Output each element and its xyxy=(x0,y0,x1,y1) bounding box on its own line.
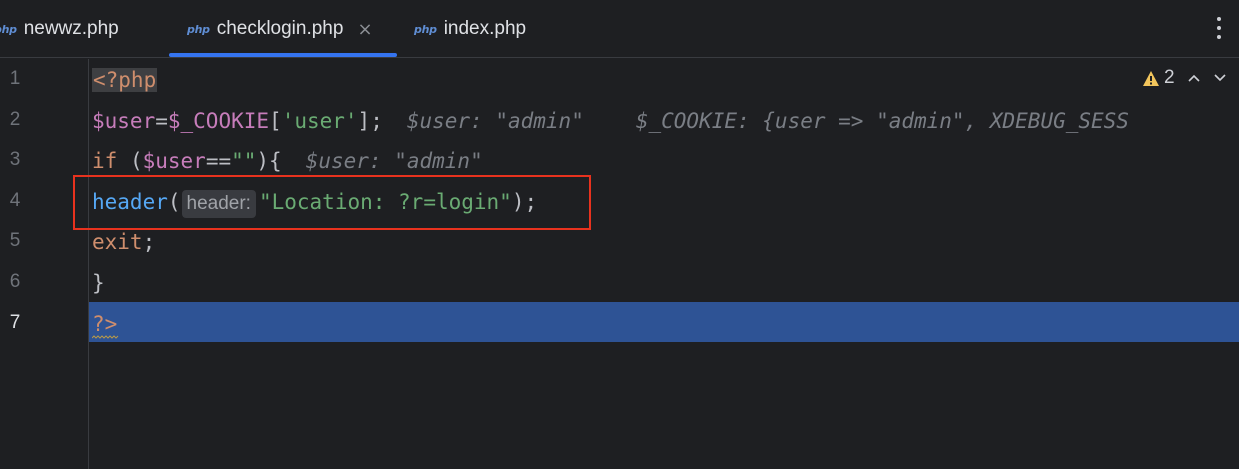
string-literal: "" xyxy=(231,149,257,173)
operator: == xyxy=(205,149,232,173)
chevron-down-icon[interactable] xyxy=(1213,73,1227,83)
line-number: 3 xyxy=(9,149,21,170)
code-line-5[interactable]: exit; xyxy=(92,228,155,256)
operator: = xyxy=(155,109,168,133)
punctuation: } xyxy=(92,271,105,295)
punctuation: ){ xyxy=(256,149,282,173)
code-line-2[interactable]: $user=$_COOKIE['user']; $user: "admin" $_C… xyxy=(92,107,1129,135)
gutter-separator xyxy=(88,59,89,469)
line-number: 6 xyxy=(9,271,21,292)
line-number: 1 xyxy=(9,68,21,89)
keyword-if: if xyxy=(92,149,118,173)
more-options-icon[interactable] xyxy=(1212,15,1226,41)
line-number-current: 7 xyxy=(9,312,21,333)
code-line-1[interactable]: <?php xyxy=(92,66,158,94)
line-number: 4 xyxy=(9,190,21,211)
punctuation: ; xyxy=(142,230,156,254)
php-file-icon: php xyxy=(187,22,210,36)
tab-checklogin[interactable]: php checklogin.php × xyxy=(187,0,373,58)
close-icon[interactable]: × xyxy=(357,19,372,40)
debug-value-hint: $_COOKIE: {user => "admin", XDEBUG_SESS xyxy=(635,109,1129,133)
php-open-tag: <?php xyxy=(92,68,158,92)
keyword-exit: exit xyxy=(92,230,143,254)
chevron-up-icon[interactable] xyxy=(1187,73,1201,83)
code-line-6[interactable]: } xyxy=(92,269,105,297)
tab-newwz[interactable]: php newwz.php xyxy=(0,0,119,58)
editor-tab-bar: php newwz.php php checklogin.php × php i… xyxy=(0,0,1239,58)
tab-label: newwz.php xyxy=(23,18,119,39)
php-close-tag: ?> xyxy=(92,312,118,336)
warning-count: 2 xyxy=(1164,67,1175,88)
variable-user: $user xyxy=(142,149,206,173)
code-line-7[interactable]: ?> xyxy=(92,310,117,338)
line-number: 2 xyxy=(9,109,21,130)
highlight-annotation-box xyxy=(73,175,591,230)
php-file-icon: php xyxy=(414,22,437,36)
variable-user: $user xyxy=(92,109,156,133)
tab-label: checklogin.php xyxy=(216,18,344,39)
active-tab-indicator xyxy=(169,53,397,57)
string-literal: 'user' xyxy=(281,109,358,133)
php-file-icon: php xyxy=(0,22,17,36)
tab-index[interactable]: php index.php xyxy=(414,0,526,58)
current-line-highlight xyxy=(89,302,1239,342)
punctuation: ]; xyxy=(357,109,383,133)
variable-cookie: $_COOKIE xyxy=(167,109,270,133)
punctuation: [ xyxy=(269,109,282,133)
warning-icon xyxy=(1143,70,1159,86)
tab-label: index.php xyxy=(443,18,527,39)
debug-value-hint: $user: "admin" xyxy=(305,149,483,173)
inspection-widget[interactable]: 2 xyxy=(1142,67,1227,89)
line-number: 5 xyxy=(9,230,21,251)
punctuation: ( xyxy=(117,149,143,173)
debug-value-hint: $user: "admin" xyxy=(406,109,584,133)
warning-underline xyxy=(92,335,119,339)
code-line-3[interactable]: if ($user==""){ $user: "admin" xyxy=(92,147,483,175)
